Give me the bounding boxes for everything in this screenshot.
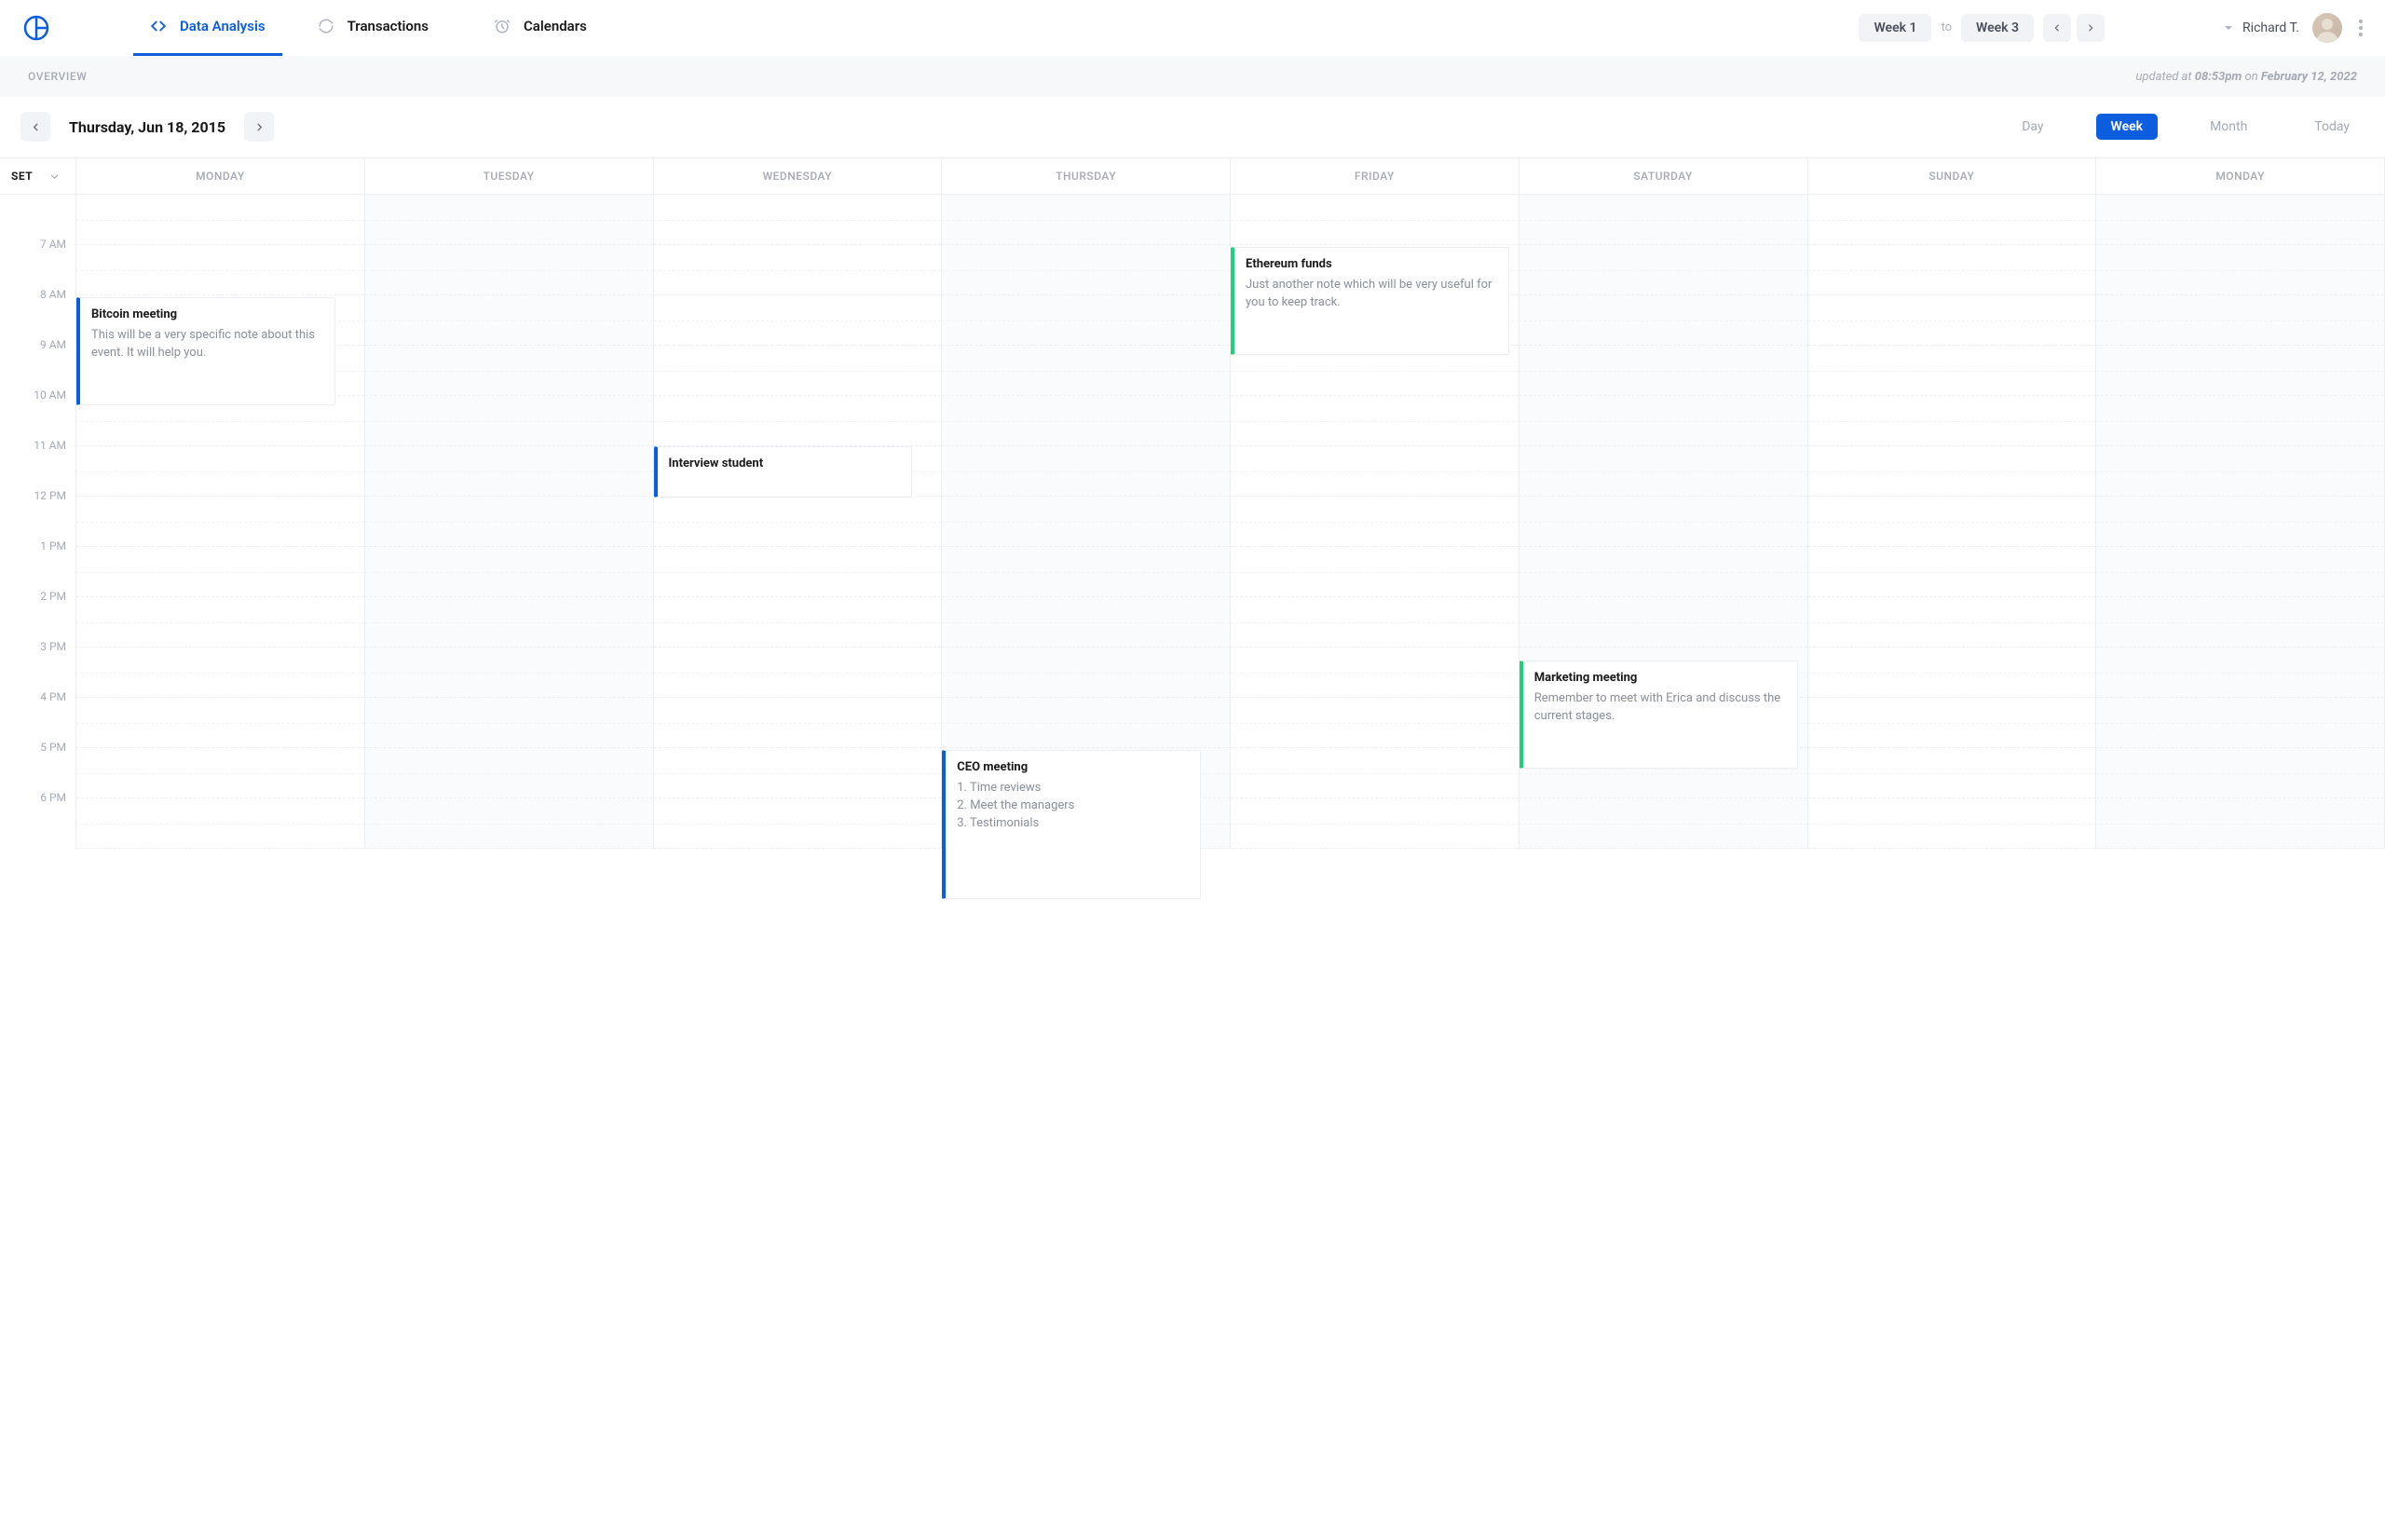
tab-label: Calendars [524, 18, 587, 34]
week-next-button[interactable] [2077, 14, 2105, 42]
time-label: 3 PM [40, 640, 66, 653]
event-title: Ethereum funds [1246, 257, 1497, 271]
tab-transactions[interactable]: Transactions [301, 0, 445, 56]
event-desc: 1. Time reviews 2. Meet the managers 3. … [957, 780, 1189, 833]
user-name: Richard T. [2242, 20, 2299, 35]
week-to-label: to [1941, 20, 1952, 34]
calendar-controls: Thursday, Jun 18, 2015 Day Week Month To… [0, 97, 2385, 157]
code-icon [150, 18, 167, 34]
chevron-down-icon [49, 171, 60, 182]
week-range-selector: Week 1 to Week 3 [1859, 14, 2105, 42]
day-col-tuesday[interactable] [365, 195, 654, 849]
week-to-pill[interactable]: Week 3 [1961, 14, 2034, 42]
tab-label: Transactions [348, 18, 429, 34]
time-label: 8 AM [40, 288, 66, 301]
event-title: Bitcoin meeting [91, 307, 323, 321]
day-header: MONDAY [2096, 158, 2385, 194]
topnav: Data Analysis Transactions Calendars Wee… [0, 0, 2385, 56]
time-label: 10 AM [34, 388, 66, 402]
event-desc: This will be a very specific note about … [91, 327, 323, 362]
day-col-sunday[interactable] [1808, 195, 2097, 849]
day-col-monday[interactable]: Bitcoin meeting This will be a very spec… [76, 195, 365, 849]
user-dropdown[interactable]: Richard T. [2224, 20, 2299, 35]
time-label: 6 PM [40, 791, 66, 804]
day-header: SATURDAY [1520, 158, 1808, 194]
event-title: Interview student [669, 457, 901, 470]
event-ethereum-funds[interactable]: Ethereum funds Just another note which w… [1231, 247, 1509, 355]
avatar[interactable] [2312, 13, 2342, 43]
updated-timestamp: updated at 08:53pm on February 12, 2022 [2135, 70, 2357, 84]
time-label: 2 PM [40, 590, 66, 603]
date-prev-button[interactable] [20, 112, 50, 142]
set-label: SET [11, 170, 33, 183]
event-ceo-meeting[interactable]: CEO meeting 1. Time reviews 2. Meet the … [942, 750, 1201, 899]
current-date-label: Thursday, Jun 18, 2015 [69, 118, 225, 136]
logo [23, 15, 49, 41]
event-title: CEO meeting [957, 760, 1189, 774]
time-column: 7 AM 8 AM 9 AM 10 AM 11 AM 12 PM 1 PM 2 … [0, 195, 76, 849]
tab-label: Data Analysis [180, 18, 266, 34]
day-col-thursday[interactable]: CEO meeting 1. Time reviews 2. Meet the … [942, 195, 1231, 849]
set-dropdown[interactable]: SET [0, 158, 76, 194]
calendar: SET MONDAY TUESDAY WEDNESDAY THURSDAY FR… [0, 157, 2385, 849]
user-area: Richard T. [2224, 13, 2366, 43]
date-next-button[interactable] [244, 112, 274, 142]
time-label: 12 PM [34, 489, 66, 502]
refresh-icon [318, 18, 334, 34]
view-day[interactable]: Day [2007, 114, 2058, 140]
event-marketing-meeting[interactable]: Marketing meeting Remember to meet with … [1520, 661, 1798, 769]
time-label: 7 AM [40, 238, 66, 251]
caret-down-icon [2224, 23, 2233, 33]
day-header: THURSDAY [942, 158, 1231, 194]
day-header: MONDAY [76, 158, 365, 194]
time-label: 11 AM [34, 439, 66, 452]
view-today[interactable]: Today [2299, 114, 2365, 140]
nav-tabs: Data Analysis Transactions Calendars [133, 0, 604, 56]
time-label: 4 PM [40, 690, 66, 703]
event-interview-student[interactable]: Interview student [654, 446, 913, 497]
alarm-icon [494, 18, 511, 34]
week-prev-button[interactable] [2043, 14, 2071, 42]
view-switch: Day Week Month Today [2007, 114, 2365, 140]
day-col-wednesday[interactable]: Interview student [654, 195, 943, 849]
day-col-saturday[interactable]: Marketing meeting Remember to meet with … [1520, 195, 1808, 849]
calendar-body: 7 AM 8 AM 9 AM 10 AM 11 AM 12 PM 1 PM 2 … [0, 195, 2385, 849]
time-label: 5 PM [40, 741, 66, 754]
day-header: FRIDAY [1231, 158, 1520, 194]
day-header: WEDNESDAY [654, 158, 943, 194]
overview-label: OVERVIEW [28, 70, 87, 83]
view-month[interactable]: Month [2195, 114, 2262, 140]
tab-calendars[interactable]: Calendars [477, 0, 604, 56]
calendar-header: SET MONDAY TUESDAY WEDNESDAY THURSDAY FR… [0, 157, 2385, 195]
event-desc: Remember to meet with Erica and discuss … [1534, 690, 1786, 726]
day-header: TUESDAY [365, 158, 654, 194]
time-label: 9 AM [40, 338, 66, 351]
event-bitcoin-meeting[interactable]: Bitcoin meeting This will be a very spec… [76, 297, 335, 405]
event-desc: Just another note which will be very use… [1246, 277, 1497, 312]
day-col-monday2[interactable] [2096, 195, 2385, 849]
day-header: SUNDAY [1808, 158, 2097, 194]
more-menu-button[interactable] [2355, 16, 2366, 40]
time-label: 1 PM [40, 539, 66, 552]
week-from-pill[interactable]: Week 1 [1859, 14, 1931, 42]
day-col-friday[interactable]: Ethereum funds Just another note which w… [1231, 195, 1520, 849]
date-nav: Thursday, Jun 18, 2015 [20, 112, 274, 142]
subheader: OVERVIEW updated at 08:53pm on February … [0, 56, 2385, 97]
event-title: Marketing meeting [1534, 671, 1786, 685]
tab-data-analysis[interactable]: Data Analysis [133, 0, 282, 56]
view-week[interactable]: Week [2096, 114, 2159, 140]
